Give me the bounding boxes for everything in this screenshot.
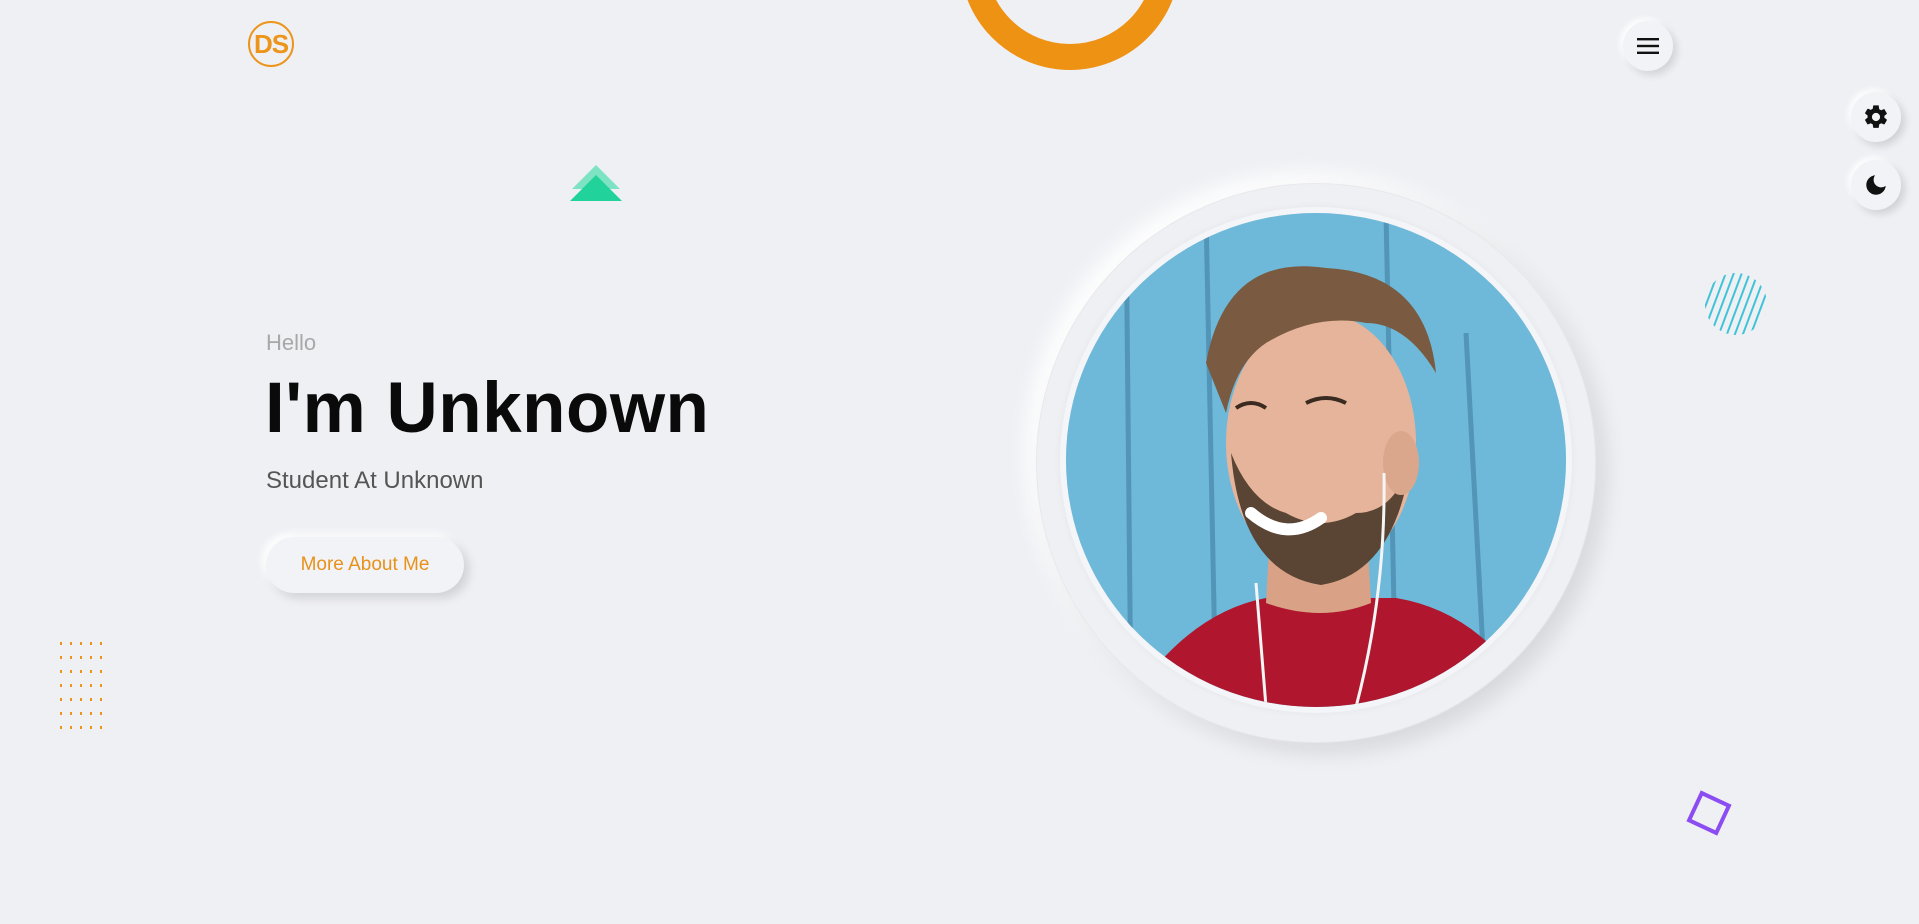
hamburger-icon	[1637, 38, 1659, 54]
decorative-ring	[960, 0, 1180, 70]
gear-icon	[1865, 105, 1887, 128]
greeting-text: Hello	[266, 330, 317, 355]
profile-photo-illustration	[1066, 213, 1566, 707]
dot-grid-shape	[60, 642, 102, 729]
theme-toggle-button[interactable]	[1851, 160, 1901, 210]
profile-photo	[1066, 213, 1566, 707]
hero-subtitle: Student At Unknown	[266, 467, 484, 494]
hatched-circle-shape	[1705, 273, 1767, 335]
more-about-me-button[interactable]: More About Me	[266, 537, 464, 593]
moon-icon	[1866, 175, 1886, 195]
menu-button[interactable]	[1623, 21, 1673, 71]
triangle-shape	[570, 165, 622, 201]
hero-title: I'm Unknown	[265, 369, 710, 448]
square-outline-shape	[1686, 790, 1732, 836]
logo[interactable]: DS	[248, 21, 294, 67]
settings-button[interactable]	[1851, 92, 1901, 142]
